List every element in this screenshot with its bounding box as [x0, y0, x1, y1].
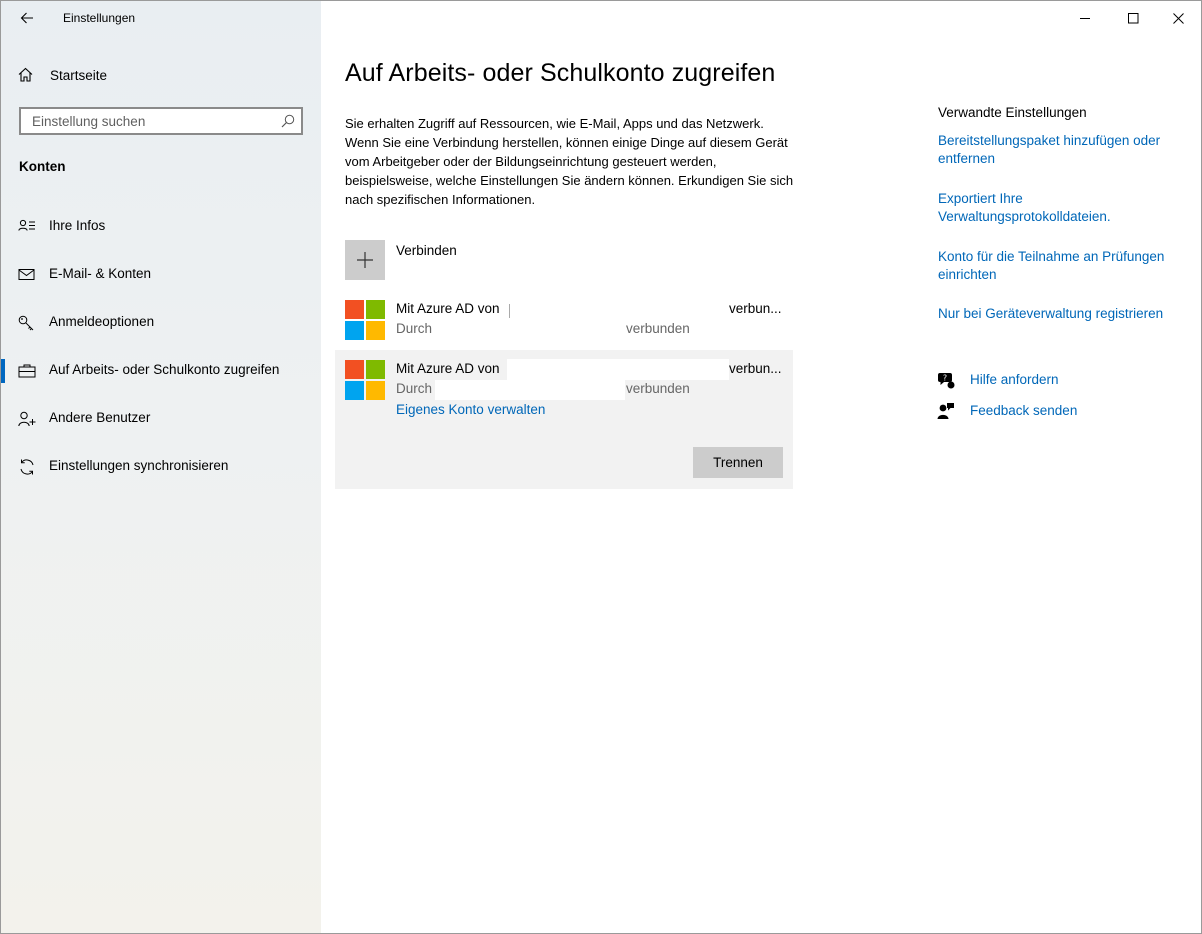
- account-subtitle: Durch: [396, 381, 433, 396]
- device-management-link[interactable]: Nur bei Geräteverwaltung registrieren: [938, 305, 1188, 323]
- key-icon: [18, 315, 34, 331]
- page-description: Sie erhalten Zugriff auf Ressourcen, wie…: [345, 116, 794, 207]
- feedback-icon: [937, 403, 954, 419]
- disconnect-button[interactable]: Trennen: [693, 447, 783, 478]
- home-label: Startseite: [50, 67, 108, 83]
- app-title: Einstellungen: [63, 11, 136, 25]
- sidebar-item-anmeldeoptionen[interactable]: Anmeldeoptionen: [1, 303, 321, 343]
- maximize-button[interactable]: [1110, 1, 1156, 35]
- section-title: Konten: [19, 159, 66, 174]
- sidebar-item-arbeits-schulkonto[interactable]: Auf Arbeits- oder Schulkonto zugreifen: [1, 351, 321, 391]
- main-panel: Auf Arbeits- oder Schulkonto zugreifen S…: [321, 1, 1201, 933]
- maximize-icon: [1127, 12, 1138, 23]
- exam-account-link[interactable]: Konto für die Teilnahme an Prüfungen ein…: [938, 248, 1188, 284]
- person-add-icon: [18, 411, 36, 427]
- account-item-expanded[interactable]: Mit Azure AD von verbun... Durch verbund…: [335, 350, 793, 489]
- account-subtitle-suffix: verbunden: [626, 381, 690, 396]
- send-feedback-label: Feedback senden: [970, 403, 1078, 418]
- settings-window: Einstellungen Startseite Konten Ihre Inf…: [0, 0, 1202, 934]
- connect-label: Verbinden: [396, 243, 457, 258]
- manage-account-link[interactable]: Eigenes Konto verwalten: [396, 402, 545, 417]
- sidebar-item-andere-benutzer[interactable]: Andere Benutzer: [1, 399, 321, 439]
- account-title-suffix: verbun...: [729, 301, 782, 316]
- back-button[interactable]: [13, 6, 41, 30]
- redacted-org-name: [507, 359, 729, 380]
- back-arrow-icon: [20, 12, 33, 24]
- redacted-account-name: [435, 380, 625, 400]
- sidebar-item-ihre-infos[interactable]: Ihre Infos: [1, 207, 321, 247]
- account-subtitle-suffix: verbunden: [626, 321, 690, 336]
- account-item[interactable]: Mit Azure AD von verbun... Durch verbund…: [335, 290, 793, 350]
- plus-icon: [357, 252, 373, 268]
- search-icon[interactable]: [281, 114, 295, 128]
- svg-text:?: ?: [943, 374, 947, 383]
- send-feedback-link[interactable]: Feedback senden: [937, 401, 1137, 423]
- redaction-mark: [509, 304, 510, 318]
- sidebar-item-label: Anmeldeoptionen: [49, 314, 155, 329]
- search-box[interactable]: [19, 107, 303, 135]
- microsoft-logo-icon: [345, 300, 386, 341]
- close-icon: [1172, 12, 1184, 24]
- sync-icon: [20, 459, 34, 475]
- home-nav-item[interactable]: Startseite: [1, 59, 321, 91]
- account-title: Mit Azure AD von: [396, 361, 500, 376]
- person-card-icon: [18, 219, 35, 231]
- microsoft-logo-icon: [345, 360, 386, 401]
- account-title-suffix: verbun...: [729, 361, 782, 376]
- related-settings-title: Verwandte Einstellungen: [938, 105, 1087, 120]
- briefcase-icon: [18, 364, 36, 378]
- sidebar-item-label: Andere Benutzer: [49, 410, 151, 425]
- account-title: Mit Azure AD von: [396, 301, 500, 316]
- connect-button[interactable]: Verbinden: [345, 240, 785, 280]
- close-button[interactable]: [1155, 1, 1201, 35]
- mail-icon: [18, 269, 35, 280]
- get-help-link[interactable]: ? Hilfe anfordern: [937, 370, 1137, 392]
- sidebar-item-label: Auf Arbeits- oder Schulkonto zugreifen: [49, 362, 280, 377]
- sidebar: Einstellungen Startseite Konten Ihre Inf…: [1, 1, 321, 933]
- sidebar-item-label: E-Mail- & Konten: [49, 266, 152, 281]
- sidebar-item-einstellungen-sync[interactable]: Einstellungen synchronisieren: [1, 447, 321, 487]
- account-subtitle: Durch: [396, 321, 433, 336]
- provisioning-package-link[interactable]: Bereitstellungspaket hinzufügen oder ent…: [938, 132, 1188, 168]
- minimize-icon: [1079, 17, 1090, 19]
- sidebar-item-label: Einstellungen synchronisieren: [49, 458, 229, 473]
- get-help-label: Hilfe anfordern: [970, 372, 1059, 387]
- home-icon: [18, 67, 33, 82]
- sidebar-item-label: Ihre Infos: [49, 218, 106, 233]
- sidebar-item-email-konten[interactable]: E-Mail- & Konten: [1, 255, 321, 295]
- export-logs-link[interactable]: Exportiert Ihre Verwaltungsprotokolldate…: [938, 190, 1188, 226]
- search-input[interactable]: [30, 112, 274, 130]
- active-indicator: [1, 359, 5, 383]
- connect-tile: [345, 240, 385, 280]
- page-title: Auf Arbeits- oder Schulkonto zugreifen: [345, 59, 776, 87]
- minimize-button[interactable]: [1062, 1, 1108, 35]
- help-chat-icon: ?: [938, 373, 955, 389]
